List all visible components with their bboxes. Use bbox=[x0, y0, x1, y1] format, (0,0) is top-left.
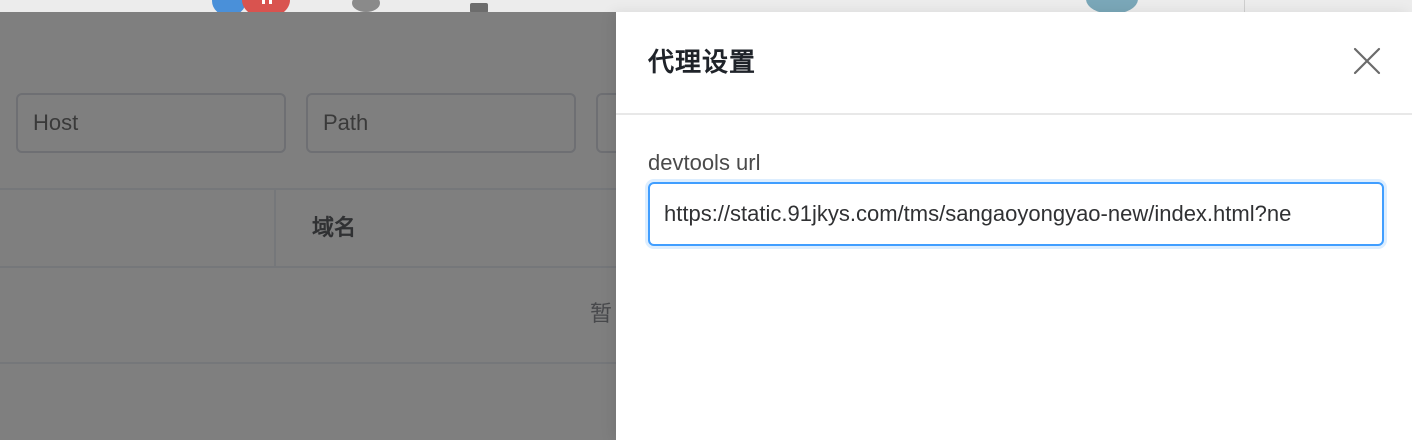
drawer-header: 代理设置 bbox=[616, 12, 1412, 115]
proxy-settings-drawer: 代理设置 devtools url bbox=[616, 12, 1412, 440]
devtools-url-label: devtools url bbox=[648, 150, 761, 175]
app-icon-grey[interactable] bbox=[352, 0, 380, 12]
system-top-bar bbox=[0, 0, 1412, 31]
drawer-body: devtools url bbox=[648, 150, 1384, 246]
divider bbox=[1244, 0, 1245, 12]
drawer-title: 代理设置 bbox=[648, 48, 757, 78]
screen: 域名 暂 代理设置 devtools url bbox=[0, 0, 1412, 440]
devtools-url-input[interactable] bbox=[648, 182, 1384, 246]
close-button[interactable] bbox=[1352, 46, 1382, 76]
close-icon bbox=[1353, 47, 1381, 75]
grid-app-icon[interactable] bbox=[470, 0, 516, 31]
